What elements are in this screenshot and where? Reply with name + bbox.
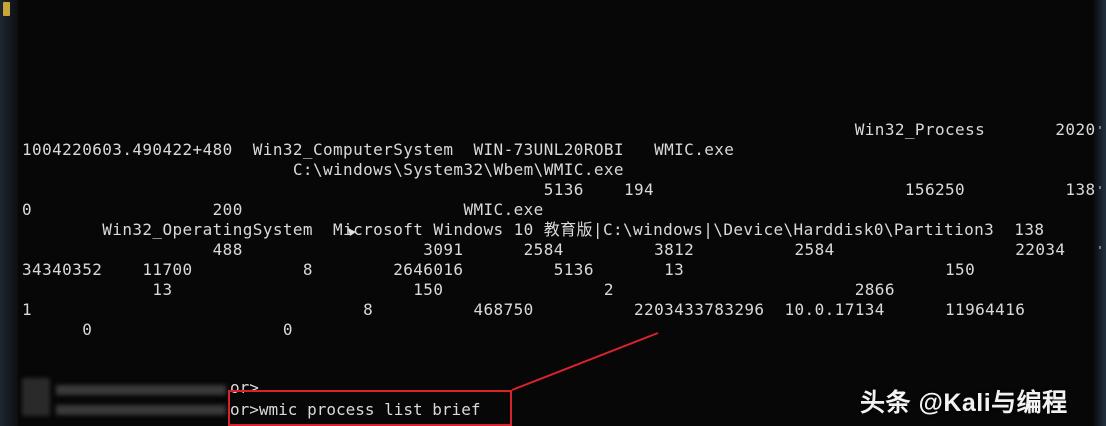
mouse-cursor-icon <box>348 228 356 236</box>
annotation-arrow-line <box>511 332 659 391</box>
terminal-window[interactable]: Win32_Process 2020 1004220603.490422+480… <box>0 0 1106 426</box>
annotation-arrow-layer <box>348 228 659 391</box>
watermark-text: 头条 @Kali与编程 <box>860 389 1068 417</box>
